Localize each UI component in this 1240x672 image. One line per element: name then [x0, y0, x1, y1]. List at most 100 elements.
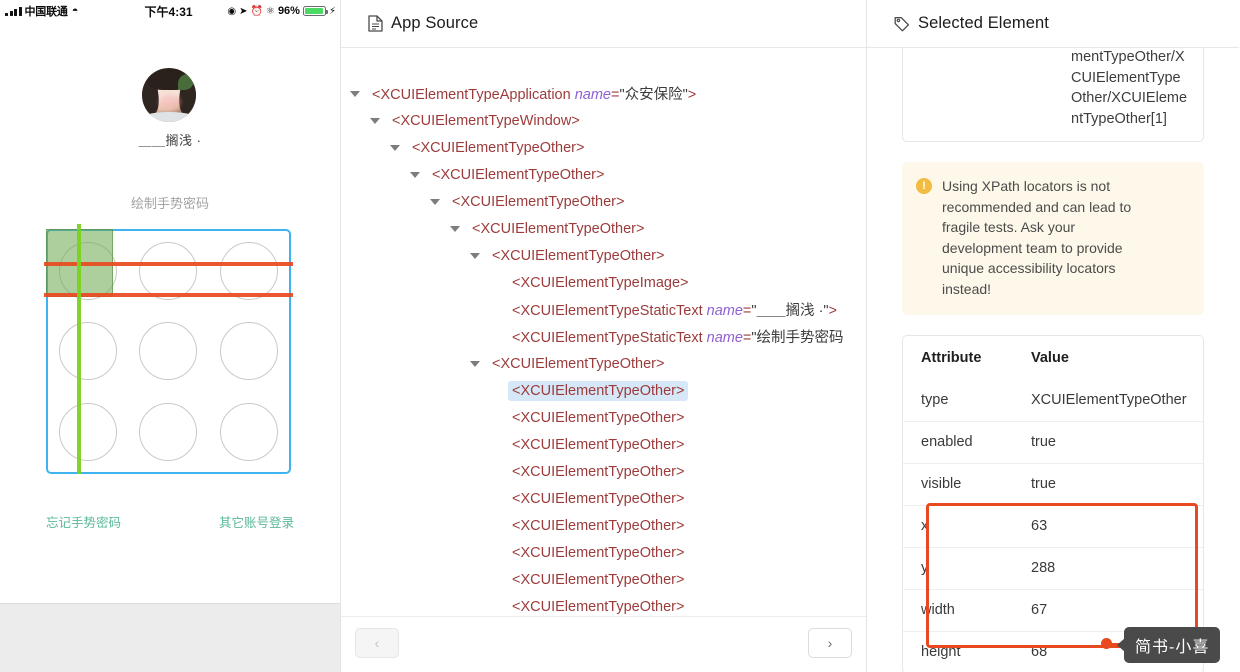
source-tree-node[interactable]: <XCUIElementTypeOther>: [341, 161, 866, 188]
gesture-password-area[interactable]: [44, 224, 293, 474]
device-screen[interactable]: 中国联通 ◓ 下午4:31 ◉ ➤ ⏰ ⚛ 96% ⚡ ＿＿搁浅 · 绘制手势密…: [0, 0, 340, 603]
source-tree-node-text: <XCUIElementTypeOther>: [488, 354, 668, 374]
attribute-key: enabled: [921, 434, 973, 450]
source-tree-node[interactable]: <XCUIElementTypeOther>: [341, 485, 866, 512]
guide-line-horizontal-top: [44, 262, 293, 266]
xml-tag-name: <XCUIElementTypeOther>: [512, 436, 685, 453]
xml-attribute-name: name: [706, 330, 743, 346]
source-tree-node[interactable]: <XCUIElementTypeOther>: [341, 431, 866, 458]
chevron-down-icon[interactable]: [469, 358, 481, 370]
source-tree-node[interactable]: <XCUIElementTypeApplication name="众安保险">: [341, 80, 866, 107]
source-tree-node-text: <XCUIElementTypeOther>: [508, 408, 688, 428]
source-tree-node-selected[interactable]: <XCUIElementTypeOther>: [341, 377, 866, 404]
source-tree-node-text: <XCUIElementTypeOther>: [508, 435, 688, 455]
forgot-gesture-password-link[interactable]: 忘记手势密码: [46, 512, 121, 531]
source-tree-node[interactable]: <XCUIElementTypeOther>: [341, 188, 866, 215]
source-tree-node-text: <XCUIElementTypeOther>: [508, 380, 689, 401]
other-account-login-link[interactable]: 其它账号登录: [219, 512, 294, 531]
attribute-key: x: [921, 518, 929, 534]
source-tree-node[interactable]: <XCUIElementTypeOther>: [341, 539, 866, 566]
xpath-value: mentTypeOther/XCUIElementTypeOther/XCUIE…: [1071, 49, 1188, 127]
annotation-dot: [1101, 638, 1112, 649]
source-tree-node[interactable]: <XCUIElementTypeOther>: [341, 512, 866, 539]
chevron-down-icon[interactable]: [349, 88, 361, 100]
table-row: type XCUIElementTypeOther: [903, 380, 1203, 421]
source-tree-node[interactable]: <XCUIElementTypeOther>: [341, 458, 866, 485]
tag-icon: [894, 16, 910, 32]
source-tree-node[interactable]: <XCUIElementTypeStaticText name="＿＿搁浅 ·"…: [341, 296, 866, 323]
chevron-down-icon[interactable]: [469, 250, 481, 262]
xml-tag-name: <XCUIElementTypeOther>: [512, 544, 685, 561]
attribute-value: 67: [1031, 602, 1048, 618]
selected-element-header: Selected Element: [867, 0, 1239, 48]
gesture-hint-label: 绘制手势密码: [130, 196, 209, 211]
attribute-key: height: [921, 644, 961, 660]
chevron-down-icon[interactable]: [449, 223, 461, 235]
source-tree-node[interactable]: <XCUIElementTypeOther>: [341, 566, 866, 593]
attribute-value: XCUIElementTypeOther: [1031, 392, 1187, 408]
source-tree-node-text: <XCUIElementTypeOther>: [508, 597, 688, 617]
xml-tag-name: <XCUIElementTypeWindow>: [392, 112, 580, 129]
gesture-dot[interactable]: [219, 322, 278, 381]
username-label: ＿＿搁浅 ·: [138, 133, 202, 148]
signal-bars-icon: [5, 6, 22, 16]
attribute-value: 63: [1031, 518, 1048, 534]
source-tree-node[interactable]: <XCUIElementTypeImage>: [341, 269, 866, 296]
previous-page-button[interactable]: ‹: [355, 628, 399, 658]
xml-tag-name: <XCUIElementTypeOther>: [412, 139, 585, 156]
xml-tag-name: <XCUIElementTypeOther>: [492, 355, 665, 372]
xml-tag-name: <XCUIElementTypeOther>: [512, 517, 685, 534]
xml-tag-name: <XCUIElementTypeOther>: [512, 571, 685, 588]
source-tree-node[interactable]: <XCUIElementTypeOther>: [341, 242, 866, 269]
attribute-value: true: [1031, 434, 1056, 450]
chevron-down-icon[interactable]: [389, 142, 401, 154]
app-source-title: App Source: [391, 14, 479, 32]
source-tree[interactable]: <XCUIElementTypeApplication name="众安保险">…: [341, 48, 866, 616]
xpath-card[interactable]: mentTypeOther/XCUIElementTypeOther/XCUIE…: [902, 48, 1204, 142]
xml-tag-name: <XCUIElementTypeOther>: [472, 220, 645, 237]
chevron-down-icon[interactable]: [369, 115, 381, 127]
gesture-dot[interactable]: [139, 322, 198, 381]
gesture-dot[interactable]: [139, 242, 198, 301]
source-tree-node-text: <XCUIElementTypeOther>: [468, 219, 648, 239]
chevron-down-icon[interactable]: [429, 196, 441, 208]
xml-tag-close: >: [828, 303, 838, 319]
xml-attribute-value: "众安保险": [619, 87, 688, 103]
source-tree-node[interactable]: <XCUIElementTypeWindow>: [341, 107, 866, 134]
table-row: visible true: [903, 463, 1203, 505]
gesture-dot[interactable]: [139, 402, 198, 461]
gesture-dot[interactable]: [59, 402, 118, 461]
source-tree-node[interactable]: <XCUIElementTypeOther>: [341, 350, 866, 377]
battery-percent-label: 96%: [277, 5, 300, 17]
gesture-dot[interactable]: [59, 322, 118, 381]
gesture-dot[interactable]: [219, 402, 278, 461]
source-tree-node[interactable]: <XCUIElementTypeOther>: [341, 215, 866, 242]
table-header-row: Attribute Value: [903, 336, 1203, 380]
location-icon: ◉: [227, 5, 237, 17]
gesture-dot[interactable]: [219, 242, 278, 301]
source-tree-node[interactable]: <XCUIElementTypeOther>: [341, 593, 866, 616]
xml-attribute-value: "＿＿搁浅 ·": [751, 303, 829, 319]
source-tree-node[interactable]: <XCUIElementTypeStaticText name="绘制手势密码: [341, 323, 866, 350]
navigation-icon: ➤: [239, 5, 248, 17]
table-row: y 288: [903, 547, 1203, 589]
table-row: width 67: [903, 589, 1203, 631]
source-tree-node-text: <XCUIElementTypeOther>: [508, 516, 688, 536]
source-tree-node-text: <XCUIElementTypeStaticText name="绘制手势密码: [508, 324, 848, 349]
xml-tag-name: <XCUIElementTypeOther>: [432, 166, 605, 183]
app-source-header: App Source: [341, 0, 866, 48]
next-page-button[interactable]: ›: [808, 628, 852, 658]
attribute-key: width: [921, 602, 955, 618]
chevron-down-icon[interactable]: [409, 169, 421, 181]
source-tree-node[interactable]: <XCUIElementTypeOther>: [341, 134, 866, 161]
source-tree-node-text: <XCUIElementTypeStaticText name="＿＿搁浅 ·"…: [508, 297, 841, 322]
source-tree-node[interactable]: <XCUIElementTypeOther>: [341, 404, 866, 431]
xml-tag-close: >: [687, 87, 697, 103]
selected-element-body: mentTypeOther/XCUIElementTypeOther/XCUIE…: [867, 48, 1239, 672]
